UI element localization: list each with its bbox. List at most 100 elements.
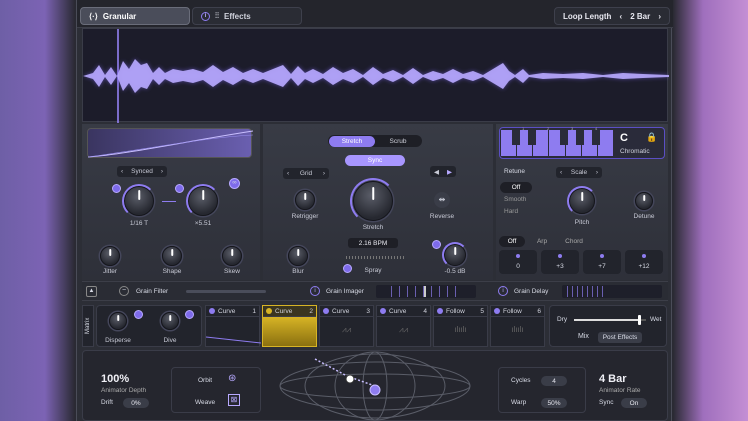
matrix-tab[interactable]: Matrix — [82, 305, 94, 347]
grain-filter-bar[interactable] — [186, 290, 266, 293]
reverse-icon[interactable]: ⇹ — [434, 192, 450, 208]
matrix-label: Matrix — [85, 317, 91, 335]
spray-slider[interactable] — [346, 256, 406, 259]
blur-label: Blur — [292, 268, 304, 275]
chevron-left-icon: ‹ — [121, 168, 124, 175]
detune-knob[interactable] — [635, 192, 653, 210]
sync-mode-select[interactable]: ‹ Synced › — [117, 166, 167, 177]
skew-label: Skew — [224, 268, 240, 275]
key-mark-2: 2 — [547, 126, 550, 131]
drift-value[interactable]: 0% — [123, 398, 149, 408]
sync-value[interactable]: On — [621, 398, 647, 408]
orbit-icon[interactable]: ⊛ — [228, 373, 236, 384]
chord-voice-1[interactable]: 0 — [499, 250, 537, 274]
sync-button[interactable]: Sync — [345, 155, 405, 166]
mult-mod-dot[interactable] — [175, 184, 184, 193]
root-key[interactable]: C — [620, 132, 628, 144]
lock-icon[interactable]: 🔒 — [646, 132, 657, 143]
key-d-sharp[interactable] — [528, 130, 536, 145]
disperse-mod-dot[interactable] — [134, 310, 143, 319]
multiplier-knob-ring — [186, 184, 220, 218]
chord-voice-3[interactable]: +7 — [583, 250, 621, 274]
multiplier-value: ×5.51 — [194, 220, 212, 227]
retune-smooth[interactable]: Smooth — [504, 196, 526, 203]
grid-select[interactable]: ‹ Grid › — [283, 168, 329, 179]
blur-knob[interactable] — [288, 246, 308, 266]
tab-granular[interactable]: ⟨·⟩ Granular — [80, 7, 190, 25]
collapse-icon[interactable]: ▲ — [86, 286, 97, 297]
jitter-knob[interactable] — [100, 246, 120, 266]
chord-voice-4[interactable]: +12 — [625, 250, 663, 274]
key-c-sharp[interactable] — [512, 130, 520, 145]
tab-effects-label: Effects — [224, 11, 251, 21]
mod-slot-2[interactable]: Curve 2 — [262, 305, 317, 347]
scale-select[interactable]: ‹ Scale › — [556, 167, 602, 178]
chord-tab-off[interactable]: Off — [499, 236, 525, 247]
info-icon[interactable]: i — [201, 11, 210, 21]
slot-name: Curve — [275, 307, 293, 315]
orbit-display[interactable] — [275, 351, 475, 421]
tab-effects[interactable]: i ⫶⫶ Effects — [192, 7, 302, 25]
mix-slider-thumb[interactable] — [637, 315, 641, 325]
skew-knob[interactable] — [222, 246, 242, 266]
retune-hard[interactable]: Hard — [504, 208, 518, 215]
retune-off[interactable]: Off — [500, 182, 532, 193]
cycles-value[interactable]: 4 — [541, 376, 567, 386]
link-icon[interactable]: ∞ — [229, 178, 240, 189]
spray-mod-dot[interactable] — [343, 264, 352, 273]
info-icon[interactable]: i — [498, 286, 508, 296]
mod-slot-4[interactable]: Curve 4 ⩘⩘ — [376, 305, 431, 347]
disperse-knob[interactable] — [109, 312, 127, 330]
grain-delay-display[interactable] — [562, 285, 662, 298]
shape-knob[interactable] — [162, 246, 182, 266]
mix-box: Dry Wet Mix Post Effects — [549, 305, 667, 347]
curve-graphic — [205, 336, 262, 344]
chord-tab-arp[interactable]: Arp — [529, 236, 555, 247]
mod-slot-3[interactable]: Curve 3 ⩘⩘ — [319, 305, 374, 347]
waveform-display[interactable] — [82, 28, 669, 123]
direction-select[interactable]: ◀ ▶ — [430, 166, 456, 177]
rate-mod-dot[interactable] — [112, 184, 121, 193]
slot-number: 2 — [309, 307, 313, 315]
weave-icon[interactable]: ⊠ — [228, 394, 240, 406]
loop-length-control[interactable]: Loop Length ‹ 2 Bar › — [554, 7, 670, 25]
mod-slot-6[interactable]: Follow 6 ılıılı — [490, 305, 545, 347]
envelope-display[interactable] — [87, 128, 254, 158]
rate-value: 1/16 T — [129, 220, 149, 227]
voice-value: +7 — [598, 263, 606, 270]
warp-value[interactable]: 50% — [541, 398, 567, 408]
slot-name: Follow — [503, 307, 522, 315]
slot-name: Follow — [446, 307, 465, 315]
retrigger-knob[interactable] — [295, 190, 315, 210]
grain-delay-label[interactable]: Grain Delay — [514, 288, 548, 295]
gain-mod-dot[interactable] — [432, 240, 441, 249]
key-a-sharp[interactable] — [592, 130, 600, 145]
animator-depth-value[interactable]: 100% — [101, 373, 129, 385]
animator-rate-value[interactable]: 4 Bar — [599, 373, 627, 385]
dive-knob[interactable] — [161, 312, 179, 330]
chevron-right-icon[interactable]: › — [658, 12, 661, 21]
chord-voice-2[interactable]: +3 — [541, 250, 579, 274]
dive-mod-dot[interactable] — [185, 310, 194, 319]
scrub-button[interactable]: Scrub — [375, 136, 421, 147]
chevron-left-icon[interactable]: ‹ — [620, 12, 623, 21]
key-g-sharp[interactable] — [576, 130, 584, 145]
post-effects-button[interactable]: Post Effects — [598, 332, 642, 343]
slot-name: Curve — [218, 307, 236, 315]
spray-label: Spray — [364, 267, 382, 274]
stretch-label: Stretch — [362, 224, 384, 231]
info-icon[interactable]: i — [310, 286, 320, 296]
chord-tab-chord[interactable]: Chord — [559, 236, 589, 247]
key-f-sharp[interactable] — [560, 130, 568, 145]
mod-slot-1[interactable]: Curve 1 — [205, 305, 262, 347]
grain-imager-display[interactable] — [376, 285, 476, 298]
shape-box — [171, 367, 261, 413]
mod-slot-5[interactable]: Follow 5 ılıılı — [433, 305, 488, 347]
grain-filter-label[interactable]: Grain Filter — [136, 288, 168, 295]
minus-icon[interactable]: − — [119, 286, 129, 296]
slot-name: Curve — [389, 307, 407, 315]
bpm-display[interactable]: 2.16 BPM — [348, 238, 398, 248]
stretch-button[interactable]: Stretch — [329, 136, 375, 147]
stretch-panel: Stretch Scrub Sync ‹ Grid › ◀ ▶ Retrigger S… — [263, 124, 493, 280]
grain-imager-label[interactable]: Grain Imager — [326, 288, 364, 295]
